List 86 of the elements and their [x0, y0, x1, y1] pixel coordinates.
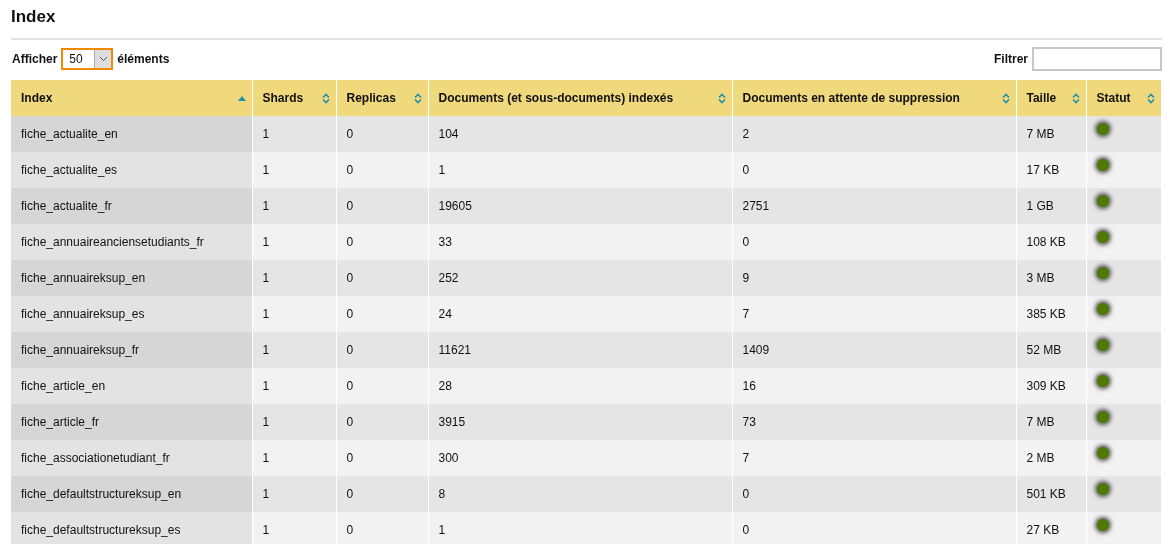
table-cell: 8 [428, 476, 732, 512]
table-cell: 1 [252, 512, 336, 544]
table-cell: fiche_defaultstructureksup_es [11, 512, 252, 544]
table-cell: fiche_annuaireksup_en [11, 260, 252, 296]
table-cell: 73 [732, 404, 1016, 440]
table-cell: 1409 [732, 332, 1016, 368]
table-cell: 2751 [732, 188, 1016, 224]
table-cell: 300 [428, 440, 732, 476]
filter-field[interactable] [1032, 46, 1162, 71]
entries-label: éléments [117, 51, 170, 66]
table-cell: fiche_associationetudiant_fr [11, 440, 252, 476]
table-cell: 104 [428, 116, 732, 152]
page-title: Index [11, 6, 57, 28]
table-cell: 7 [732, 440, 1016, 476]
table-cell: 252 [428, 260, 732, 296]
column-header[interactable]: Replicas [336, 80, 428, 116]
table-cell: 1 [252, 476, 336, 512]
table-cell: 0 [336, 404, 428, 440]
table-cell: 0 [732, 224, 1016, 260]
table-cell: 0 [336, 332, 428, 368]
table-cell: 1 [428, 152, 732, 188]
table-cell: 0 [336, 440, 428, 476]
table-cell: 385 KB [1016, 296, 1086, 332]
table-cell: 1 [252, 224, 336, 260]
table-cell: 2 [732, 116, 1016, 152]
table-cell: 27 KB [1016, 512, 1086, 544]
table-cell: 501 KB [1016, 476, 1086, 512]
table-cell: 0 [732, 476, 1016, 512]
table-cell: 11621 [428, 332, 732, 368]
table-cell: fiche_actualite_en [11, 116, 252, 152]
table-cell: fiche_article_en [11, 368, 252, 404]
table-cell: 1 [252, 332, 336, 368]
table-cell: 28 [428, 368, 732, 404]
table-cell: 2 MB [1016, 440, 1086, 476]
table-cell: 1 [252, 440, 336, 476]
table-cell: 1 [252, 116, 336, 152]
table-cell: fiche_article_fr [11, 404, 252, 440]
column-header[interactable]: Documents en attente de suppression [732, 80, 1016, 116]
table-cell: fiche_actualite_es [11, 152, 252, 188]
table-cell: 7 [732, 296, 1016, 332]
table-cell: 1 [252, 296, 336, 332]
column-header[interactable]: Shards [252, 80, 336, 116]
table-cell: 7 MB [1016, 404, 1086, 440]
filter-label: Filtrer [994, 51, 1028, 66]
table-cell: 108 KB [1016, 224, 1086, 260]
table-cell: 0 [336, 188, 428, 224]
table-cell: 3915 [428, 404, 732, 440]
table-cell: fiche_actualite_fr [11, 188, 252, 224]
table-cell: fiche_annuaireksup_fr [11, 332, 252, 368]
table-cell: 0 [336, 512, 428, 544]
table-cell: fiche_annuaireksup_es [11, 296, 252, 332]
table-cell: 0 [336, 116, 428, 152]
table-cell: 1 [252, 260, 336, 296]
column-header[interactable]: Statut [1086, 80, 1161, 116]
table-cell: 1 [252, 404, 336, 440]
column-header[interactable]: Taille [1016, 80, 1086, 116]
column-header[interactable]: Documents (et sous-documents) indexés [428, 80, 732, 116]
table-cell: 1 [252, 152, 336, 188]
table-cell: 1 GB [1016, 188, 1086, 224]
table-cell: 1 [428, 512, 732, 544]
table-cell: 52 MB [1016, 332, 1086, 368]
table-cell: 0 [336, 368, 428, 404]
table-cell: 33 [428, 224, 732, 260]
table-cell: 1 [252, 368, 336, 404]
table-cell: 7 MB [1016, 116, 1086, 152]
table-cell: fiche_defaultstructureksup_en [11, 476, 252, 512]
caret-icon [94, 49, 112, 68]
table-cell: 0 [732, 152, 1016, 188]
table-cell: 17 KB [1016, 152, 1086, 188]
table-cell: 0 [336, 224, 428, 260]
show-label: Afficher [12, 51, 58, 66]
table-cell: 3 MB [1016, 260, 1086, 296]
column-header[interactable]: Index [11, 80, 252, 116]
table-cell: 16 [732, 368, 1016, 404]
table-cell: 0 [336, 152, 428, 188]
page-size-select[interactable]: 50 [61, 47, 114, 70]
table-cell: 0 [336, 260, 428, 296]
table-cell: 19605 [428, 188, 732, 224]
table-cell: 0 [336, 296, 428, 332]
table-cell: 0 [336, 476, 428, 512]
table-cell: 309 KB [1016, 368, 1086, 404]
table-cell: fiche_annuaireanciensetudiants_fr [11, 224, 252, 260]
table-cell: 1 [252, 188, 336, 224]
table-cell: 9 [732, 260, 1016, 296]
table-cell: 24 [428, 296, 732, 332]
table-cell: 0 [732, 512, 1016, 544]
